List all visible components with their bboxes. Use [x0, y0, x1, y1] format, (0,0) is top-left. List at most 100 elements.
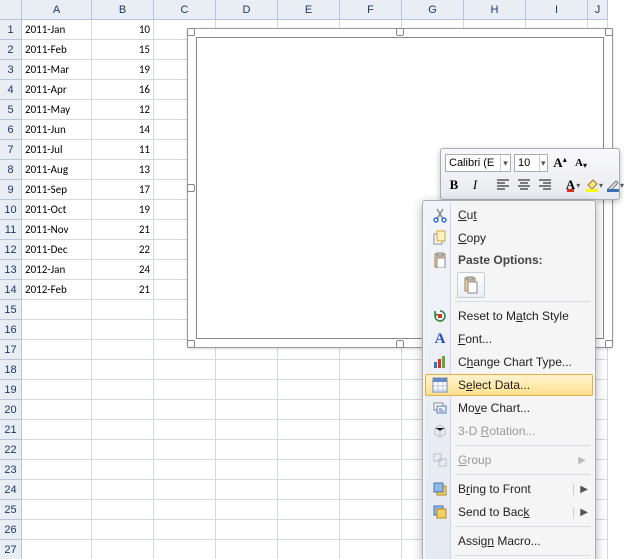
resize-handle[interactable] [187, 28, 195, 36]
row-header[interactable]: 26 [0, 520, 22, 540]
menu-bring-front[interactable]: Bring to Front ▶ [425, 478, 593, 500]
cell[interactable]: 2011-Oct [22, 200, 92, 220]
cell[interactable]: 2011-Jul [22, 140, 92, 160]
bold-button[interactable]: B [445, 176, 463, 194]
row-header[interactable]: 15 [0, 300, 22, 320]
font-size-combo[interactable]: ▾ [514, 154, 548, 172]
cell[interactable] [340, 440, 402, 460]
menu-reset-style[interactable]: Reset to Match Style [425, 305, 593, 327]
cell[interactable] [154, 360, 216, 380]
menu-change-chart-type[interactable]: Change Chart Type... [425, 351, 593, 373]
font-name-input[interactable] [446, 155, 500, 171]
italic-button[interactable]: I [466, 176, 484, 194]
cell[interactable] [216, 380, 278, 400]
row-header[interactable]: 14 [0, 280, 22, 300]
col-header-C[interactable]: C [154, 0, 216, 20]
paste-option-default[interactable] [457, 272, 485, 298]
cell[interactable] [92, 420, 154, 440]
cell[interactable] [278, 520, 340, 540]
align-left-button[interactable] [494, 176, 512, 194]
cell[interactable] [278, 540, 340, 559]
cell[interactable] [278, 500, 340, 520]
cell[interactable] [22, 460, 92, 480]
resize-handle[interactable] [396, 340, 404, 348]
cell[interactable]: 13 [92, 160, 154, 180]
row-header[interactable]: 16 [0, 320, 22, 340]
row-header[interactable]: 11 [0, 220, 22, 240]
cell[interactable] [340, 500, 402, 520]
cell[interactable]: 10 [92, 20, 154, 40]
cell[interactable]: 2011-Apr [22, 80, 92, 100]
row-header[interactable]: 6 [0, 120, 22, 140]
row-header[interactable]: 20 [0, 400, 22, 420]
cell[interactable]: 12 [92, 100, 154, 120]
cell[interactable] [22, 320, 92, 340]
cell[interactable] [22, 520, 92, 540]
font-size-input[interactable] [515, 155, 539, 171]
cell[interactable] [154, 480, 216, 500]
select-all-corner[interactable] [0, 0, 22, 20]
cell[interactable]: 2011-Mar [22, 60, 92, 80]
font-name-combo[interactable]: ▾ [445, 154, 511, 172]
row-header[interactable]: 1 [0, 20, 22, 40]
cell[interactable] [340, 480, 402, 500]
cell[interactable] [216, 540, 278, 559]
cell[interactable] [22, 440, 92, 460]
row-header[interactable]: 2 [0, 40, 22, 60]
cell[interactable] [154, 400, 216, 420]
cell[interactable]: 2011-Dec [22, 240, 92, 260]
dropdown-icon[interactable]: ▾ [500, 155, 510, 171]
cell[interactable]: 2011-Jan [22, 20, 92, 40]
cell[interactable] [154, 440, 216, 460]
row-header[interactable]: 24 [0, 480, 22, 500]
cell[interactable] [92, 460, 154, 480]
cell[interactable]: 2012-Feb [22, 280, 92, 300]
row-header[interactable]: 25 [0, 500, 22, 520]
cell[interactable] [92, 340, 154, 360]
row-header[interactable]: 10 [0, 200, 22, 220]
cell[interactable] [340, 360, 402, 380]
cell[interactable] [92, 480, 154, 500]
cell[interactable]: 2011-Nov [22, 220, 92, 240]
cell[interactable] [216, 440, 278, 460]
cell[interactable]: 17 [92, 180, 154, 200]
cell[interactable] [278, 480, 340, 500]
cell[interactable]: 2011-Sep [22, 180, 92, 200]
row-header[interactable]: 27 [0, 540, 22, 559]
cell[interactable] [278, 400, 340, 420]
cell[interactable] [92, 500, 154, 520]
resize-handle[interactable] [396, 28, 404, 36]
col-header-F[interactable]: F [340, 0, 402, 20]
cell[interactable] [278, 380, 340, 400]
row-header[interactable]: 18 [0, 360, 22, 380]
cell[interactable] [22, 500, 92, 520]
cell[interactable] [278, 360, 340, 380]
cell[interactable] [22, 300, 92, 320]
cell[interactable] [216, 400, 278, 420]
grow-font-button[interactable]: A▴ [551, 154, 569, 172]
cell[interactable]: 2012-Jan [22, 260, 92, 280]
col-header-E[interactable]: E [278, 0, 340, 20]
cell[interactable]: 22 [92, 240, 154, 260]
cell[interactable]: 21 [92, 280, 154, 300]
row-header[interactable]: 9 [0, 180, 22, 200]
menu-move-chart[interactable]: Move Chart... [425, 397, 593, 419]
align-center-button[interactable] [515, 176, 533, 194]
cell[interactable] [92, 320, 154, 340]
cell[interactable] [154, 420, 216, 440]
cell[interactable]: 2011-Aug [22, 160, 92, 180]
cell[interactable] [340, 540, 402, 559]
outline-color-button[interactable]: ▾ [606, 176, 624, 194]
menu-send-back[interactable]: Send to Back ▶ [425, 501, 593, 523]
cell[interactable] [92, 400, 154, 420]
menu-assign-macro[interactable]: Assign Macro... [425, 530, 593, 552]
menu-select-data[interactable]: Select Data... [425, 374, 593, 396]
cell[interactable] [92, 300, 154, 320]
col-header-G[interactable]: G [402, 0, 464, 20]
cell[interactable] [92, 440, 154, 460]
cell[interactable] [22, 340, 92, 360]
cell[interactable]: 24 [92, 260, 154, 280]
resize-handle[interactable] [605, 340, 613, 348]
resize-handle[interactable] [187, 184, 195, 192]
cell[interactable] [92, 540, 154, 559]
